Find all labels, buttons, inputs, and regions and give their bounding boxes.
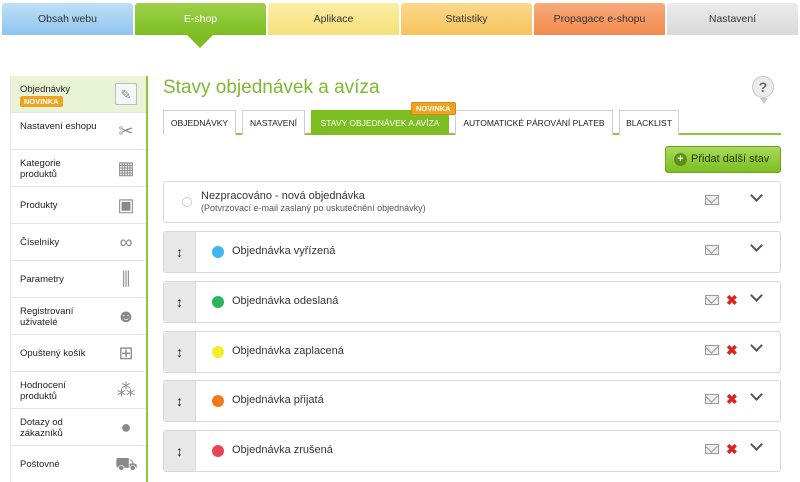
sidebar-item-label: Dotazy od zákazníků — [20, 417, 63, 439]
delete-icon[interactable]: ✖ — [726, 292, 738, 309]
drag-handle-icon[interactable]: ↕ — [164, 332, 196, 372]
sidebar-item-produkty[interactable]: Produkty ▣ — [10, 187, 146, 224]
sidebar-item-label: Registrovaní uživatelé — [20, 306, 74, 328]
status-row[interactable]: ↕ Objednávka zaplacená ✖ — [163, 331, 781, 373]
sidebar-item-postovne[interactable]: Poštovné ⛟ — [10, 446, 146, 482]
status-row[interactable]: ↕ Objednávka zrušená ✖ — [163, 430, 781, 472]
sidebar-item-registrovani[interactable]: Registrovaní uživatelé ☻ — [10, 298, 146, 335]
mail-icon[interactable] — [705, 394, 719, 404]
sidebar-item-nastaveni-eshopu[interactable]: Nastavení eshopu ✂ — [10, 113, 146, 150]
status-color-dot — [212, 246, 224, 258]
sidebar-item-label: Číselníky — [20, 237, 60, 248]
status-name: Objednávka vyřízená — [232, 245, 336, 257]
new-badge: NOVINKA — [411, 102, 456, 115]
help-button[interactable]: ? — [752, 76, 774, 98]
sidebar-item-label: Hodnocení produktů — [20, 380, 66, 402]
sub-tabs: OBJEDNÁVKY NASTAVENÍ STAVY OBJEDNÁVEK A … — [163, 110, 781, 135]
tab-blacklist[interactable]: BLACKLIST — [619, 110, 679, 135]
tab-nastaveni[interactable]: NASTAVENÍ — [242, 110, 305, 135]
sidebar-item-label: Produkty — [20, 200, 58, 211]
chat-icon: ● — [120, 417, 132, 437]
boxes-icon: ▦ — [117, 158, 135, 178]
sidebar-item-label: Opuštený košík — [20, 348, 86, 359]
active-tab-arrow — [187, 35, 213, 48]
tools-icon: ✂ — [118, 121, 134, 141]
status-name: Objednávka odeslaná — [232, 295, 339, 307]
mail-icon[interactable] — [705, 195, 719, 205]
sidebar-item-dotazy[interactable]: Dotazy od zákazníků ● — [10, 409, 146, 446]
users-icon: ☻ — [116, 306, 136, 326]
status-color-dot — [212, 346, 224, 358]
sliders-icon: ⫼ — [121, 269, 131, 289]
sidebar-item-label: Poštovné — [20, 459, 60, 470]
sidebar-item-opusteny-kosik[interactable]: Opuštený košík ⊞ — [10, 335, 146, 372]
nav-tab-nastaveni[interactable]: Nastavení — [667, 3, 798, 35]
add-status-button[interactable]: + Přidat další stav — [665, 146, 781, 173]
status-name: Objednávka přijatá — [232, 394, 324, 406]
status-name: Objednávka zaplacená — [232, 345, 344, 357]
nav-tab-statistiky[interactable]: Statistiky — [401, 3, 532, 35]
sidebar: Objednávky NOVINKA ✎ Nastavení eshopu ✂ … — [10, 76, 148, 482]
status-color-dot — [212, 445, 224, 457]
tab-objednavky[interactable]: OBJEDNÁVKY — [163, 110, 236, 135]
sidebar-item-label: Kategorie produktů — [20, 158, 61, 180]
sidebar-item-label: Parametry — [20, 274, 64, 285]
chevron-down-icon[interactable] — [750, 340, 764, 354]
nav-tab-aplikace[interactable]: Aplikace — [268, 3, 399, 35]
sidebar-item-label: Objednávky — [20, 84, 71, 95]
status-name: Objednávka zrušená — [232, 444, 333, 456]
nav-tab-eshop[interactable]: E-shop — [135, 3, 266, 35]
shipping-icon: ⛟ — [115, 454, 138, 474]
drag-handle-icon[interactable]: ↕ — [164, 282, 196, 322]
status-name: Nezpracováno - nová objednávka — [201, 190, 365, 202]
delete-icon[interactable]: ✖ — [726, 391, 738, 408]
sidebar-item-kategorie[interactable]: Kategorie produktů ▦ — [10, 150, 146, 187]
chevron-down-icon[interactable] — [750, 190, 764, 204]
nav-tab-obsah-webu[interactable]: Obsah webu — [2, 3, 133, 35]
nav-tab-propagace[interactable]: Propagace e-shopu — [534, 3, 665, 35]
delete-icon[interactable]: ✖ — [726, 441, 738, 458]
chevron-down-icon[interactable] — [750, 240, 764, 254]
status-row[interactable]: ↕ Objednávka odeslaná ✖ — [163, 281, 781, 323]
binoculars-icon: ∞ — [119, 232, 133, 252]
status-row[interactable]: ↕ Objednávka vyřízená — [163, 231, 781, 273]
add-status-label: Přidat další stav — [691, 153, 770, 165]
status-row-default[interactable]: Nezpracováno - nová objednávka (Potvrzov… — [163, 181, 781, 223]
status-color-dot — [212, 296, 224, 308]
sidebar-item-ciselniky[interactable]: Číselníky ∞ — [10, 224, 146, 261]
chevron-down-icon[interactable] — [750, 439, 764, 453]
drag-handle-icon[interactable]: ↕ — [164, 232, 196, 272]
mail-icon[interactable] — [705, 295, 719, 305]
help-pointer — [760, 98, 768, 104]
plus-icon: + — [674, 153, 687, 166]
mail-icon[interactable] — [705, 245, 719, 255]
basket-icon: ⊞ — [118, 343, 134, 363]
sidebar-item-label: Nastavení eshopu — [20, 121, 97, 132]
mail-icon[interactable] — [705, 444, 719, 454]
status-description: (Potvrzovací e-mail zaslaný po uskutečně… — [201, 203, 426, 213]
status-radio[interactable] — [182, 197, 192, 207]
drag-handle-icon[interactable]: ↕ — [164, 381, 196, 421]
top-navigation: Obsah webu E-shop Aplikace Statistiky Pr… — [0, 0, 800, 50]
delete-icon[interactable]: ✖ — [726, 342, 738, 359]
drag-handle-icon[interactable]: ↕ — [164, 431, 196, 471]
sidebar-item-objednavky[interactable]: Objednávky NOVINKA ✎ — [10, 76, 146, 113]
sidebar-item-parametry[interactable]: Parametry ⫼ — [10, 261, 146, 298]
mail-icon[interactable] — [705, 345, 719, 355]
status-row[interactable]: ↕ Objednávka přijatá ✖ — [163, 380, 781, 422]
status-color-dot — [212, 395, 224, 407]
product-icon: ▣ — [117, 195, 135, 215]
sidebar-item-hodnoceni[interactable]: Hodnocení produktů ⁂ — [10, 372, 146, 409]
edit-icon: ✎ — [115, 83, 137, 105]
tab-parovani-plateb[interactable]: AUTOMATICKÉ PÁROVÁNÍ PLATEB — [455, 110, 613, 135]
chevron-down-icon[interactable] — [750, 290, 764, 304]
new-badge: NOVINKA — [20, 96, 63, 107]
rating-icon: ⁂ — [117, 380, 135, 400]
page-title: Stavy objednávek a avíza — [163, 77, 380, 98]
chevron-down-icon[interactable] — [750, 389, 764, 403]
